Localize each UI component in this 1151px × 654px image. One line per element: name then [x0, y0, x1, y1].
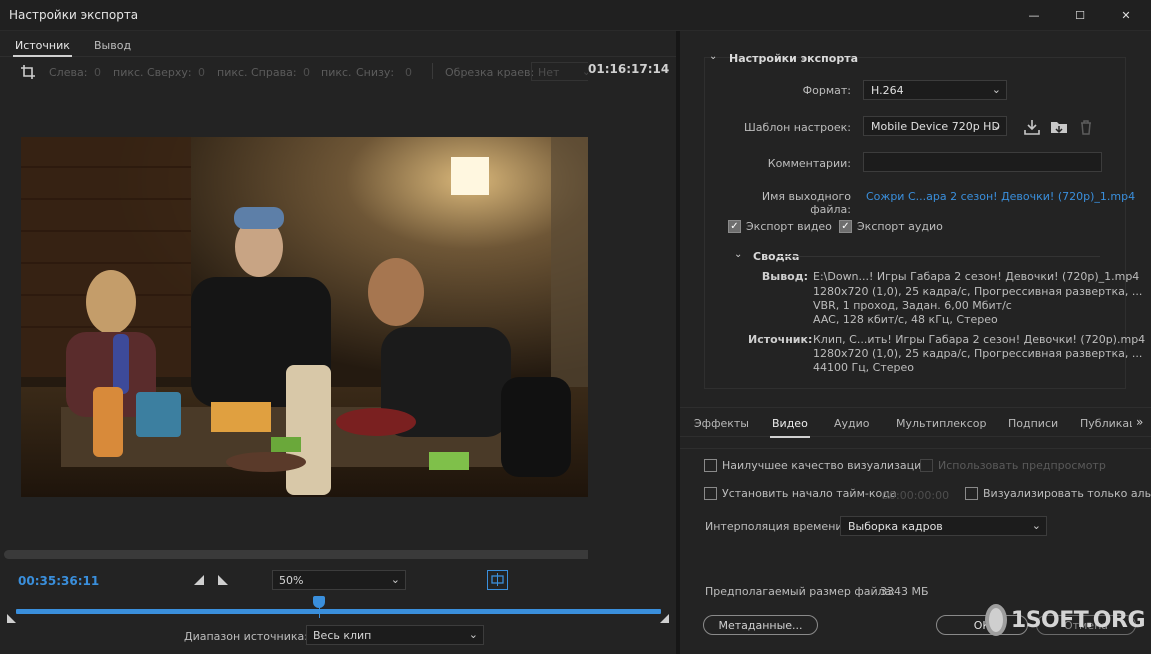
- video-preview[interactable]: [21, 137, 661, 497]
- tab-source[interactable]: Источник: [13, 39, 72, 57]
- file-size-label: Предполагаемый размер файла:: [705, 585, 896, 598]
- summary-output-line: AAC, 128 кбит/с, 48 кГц, Стерео: [813, 313, 998, 326]
- chevron-down-icon[interactable]: ⌄: [709, 51, 717, 62]
- crop-right-value[interactable]: 0: [303, 66, 310, 79]
- tab-effects[interactable]: Эффекты: [694, 417, 749, 430]
- format-select[interactable]: H.264 ⌄: [863, 80, 1007, 100]
- export-audio-checkbox[interactable]: ✓ Экспорт аудио: [839, 220, 943, 233]
- tab-multiplexer[interactable]: Мультиплексор: [896, 417, 986, 430]
- use-previews-checkbox[interactable]: Использовать предпросмотр: [920, 459, 1106, 472]
- summary-source-line: 44100 Гц, Стерео: [813, 361, 915, 374]
- chevron-down-icon: ⌄: [390, 573, 400, 586]
- tab-output[interactable]: Вывод: [94, 39, 131, 52]
- metadata-button[interactable]: Метаданные...: [703, 615, 818, 635]
- watermark-text: 1SOFT.ORG: [1010, 607, 1146, 633]
- crop-bottom-label: Снизу:: [356, 66, 395, 79]
- output-name-label: Имя выходного файла:: [761, 190, 851, 216]
- crop-left-value[interactable]: 0: [94, 66, 101, 79]
- crop-top-label: Сверху:: [147, 66, 192, 79]
- export-settings-panel: ⌄ Настройки экспорта Формат: H.264 ⌄ Шаб…: [680, 31, 1151, 654]
- gear-icon: [985, 604, 1007, 636]
- title-bar: Настройки экспорта — ☐ ✕: [0, 0, 1151, 31]
- source-range-select[interactable]: Весь клип ⌄: [306, 625, 484, 645]
- summary-divider: [775, 256, 1100, 257]
- in-point-marker[interactable]: [7, 614, 16, 623]
- crop-right-unit: пикс.: [321, 66, 352, 79]
- comments-label: Комментарии:: [767, 157, 851, 170]
- crop-separator: [432, 63, 433, 79]
- chevron-down-icon[interactable]: ⌄: [734, 249, 742, 260]
- summary-output-label: Вывод:: [761, 270, 808, 283]
- set-in-point-icon[interactable]: [194, 575, 204, 585]
- crop-top-value[interactable]: 0: [198, 66, 205, 79]
- export-settings-title: Настройки экспорта: [729, 52, 859, 65]
- time-interpolation-select[interactable]: Выборка кадров ⌄: [840, 516, 1047, 536]
- time-interpolation-label: Интерполяция времени:: [705, 520, 847, 533]
- crop-aspect-label: Обрезка краев:: [445, 66, 535, 79]
- minimize-button[interactable]: —: [1011, 0, 1057, 31]
- crop-toolbar: Слева: 0 пикс. Сверху: 0 пикс. Справа: 0…: [0, 61, 676, 85]
- chevron-down-icon: ⌄: [991, 83, 1001, 96]
- crop-bottom-value[interactable]: 0: [405, 66, 412, 79]
- output-name-link[interactable]: Сожри С...ара 2 сезон! Девочки! (720p)_1…: [866, 190, 1135, 203]
- summary-source-line: 1280x720 (1,0), 25 кадра/с, Прогрессивна…: [813, 347, 1143, 360]
- preset-select[interactable]: Mobile Device 720p HD ⌄: [863, 116, 1007, 136]
- tab-video[interactable]: Видео: [770, 417, 810, 438]
- close-button[interactable]: ✕: [1103, 0, 1149, 31]
- chevron-down-icon: ⌄: [991, 119, 1001, 132]
- checkmark-icon: ✓: [728, 220, 741, 233]
- preview-horizontal-scrollbar[interactable]: [4, 550, 670, 559]
- out-point-marker[interactable]: [660, 614, 669, 623]
- file-size-value: 3343 МБ: [880, 585, 929, 598]
- crop-left-unit: пикс.: [113, 66, 144, 79]
- start-timecode-value[interactable]: 00:00:00:00: [882, 489, 949, 502]
- current-timecode[interactable]: 00:35:36:11: [18, 574, 99, 588]
- chevron-down-icon: ⌄: [468, 628, 478, 641]
- summary-source-line: Клип, С...ить! Игры Габара 2 сезон! Дево…: [813, 333, 1146, 346]
- summary-source-label: Источник:: [748, 333, 813, 346]
- export-video-checkbox[interactable]: ✓ Экспорт видео: [728, 220, 832, 233]
- summary-output-line: VBR, 1 проход, Задан. 6,00 Мбит/с: [813, 299, 1012, 312]
- maximize-button[interactable]: ☐: [1057, 0, 1103, 31]
- crop-left-label: Слева:: [49, 66, 88, 79]
- source-panel: Источник Вывод Слева: 0 пикс. Сверху: 0 …: [0, 31, 1059, 654]
- format-label: Формат:: [802, 84, 851, 97]
- zoom-level-select[interactable]: 50% ⌄: [272, 570, 406, 590]
- summary-output-line: E:\Down...! Игры Габара 2 сезон! Девочки…: [813, 270, 1140, 283]
- delete-preset-icon[interactable]: [1078, 119, 1094, 135]
- set-out-point-icon[interactable]: [218, 575, 228, 585]
- window-title: Настройки экспорта: [9, 8, 139, 22]
- comments-input[interactable]: [863, 152, 1102, 172]
- import-preset-icon[interactable]: [1050, 119, 1068, 135]
- render-alpha-only-checkbox[interactable]: Визуализировать только альфа-: [965, 487, 1151, 500]
- checkmark-icon: ✓: [839, 220, 852, 233]
- more-tabs-icon[interactable]: »: [1136, 415, 1143, 429]
- source-output-tabs: Источник Вывод: [0, 31, 676, 57]
- set-start-timecode-checkbox[interactable]: Установить начало тайм-кода: [704, 487, 897, 500]
- tab-audio[interactable]: Аудио: [834, 417, 870, 430]
- playhead-line: [319, 606, 321, 618]
- save-preset-icon[interactable]: [1023, 119, 1041, 135]
- crop-top-unit: пикс.: [217, 66, 248, 79]
- video-frame-image: [21, 137, 661, 497]
- tab-publish[interactable]: Публикац: [1080, 417, 1132, 430]
- settings-tabs: Эффекты Видео Аудио Мультиплексор Подпис…: [680, 407, 1151, 438]
- max-render-quality-checkbox[interactable]: Наилучшее качество визуализации: [704, 459, 928, 472]
- timeline-bar[interactable]: [16, 609, 661, 614]
- preset-label: Шаблон настроек:: [744, 121, 851, 134]
- video-options: Наилучшее качество визуализации Использо…: [680, 448, 1151, 608]
- tab-captions[interactable]: Подписи: [1008, 417, 1058, 430]
- summary-output-line: 1280x720 (1,0), 25 кадра/с, Прогрессивна…: [813, 285, 1143, 298]
- aspect-correction-icon[interactable]: [487, 570, 508, 590]
- crop-right-label: Справа:: [251, 66, 297, 79]
- crop-icon[interactable]: [20, 64, 36, 80]
- chevron-down-icon: ⌄: [1031, 519, 1041, 532]
- watermark: 1SOFT.ORG: [985, 602, 1146, 638]
- source-range-label: Диапазон источника:: [184, 630, 308, 643]
